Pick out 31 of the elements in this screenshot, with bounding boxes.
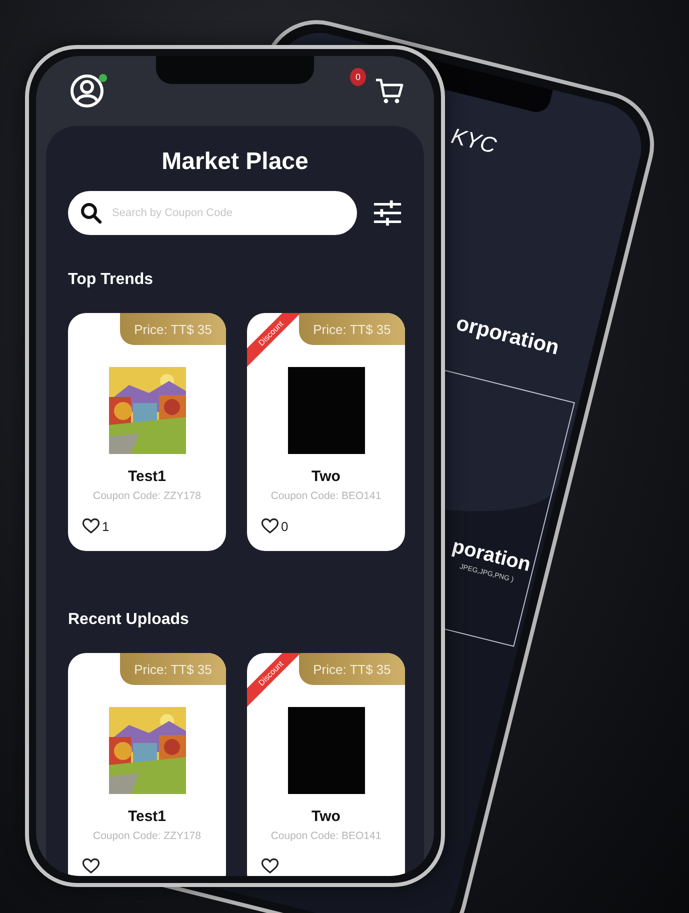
search-icon: [80, 202, 102, 224]
filter-icon[interactable]: [373, 199, 402, 227]
product-name: Two: [312, 808, 340, 825]
product-card[interactable]: Price: TT$ 35 Test1 Coupon Code: ZZY178 1: [68, 313, 226, 551]
section-heading: Recent Uploads: [68, 611, 190, 629]
coupon-code: Coupon Code: BEO141: [270, 830, 382, 842]
search-field[interactable]: Search by Coupon Code: [68, 191, 357, 235]
price-tag: Price: TT$ 35: [120, 313, 226, 345]
coupon-code: Coupon Code: BEO141: [270, 490, 382, 502]
heart-icon[interactable]: [261, 858, 279, 874]
section-heading: Top Trends: [68, 271, 154, 289]
cart-badge: 0: [350, 68, 366, 86]
product-name: Test1: [128, 468, 166, 485]
avatar-icon[interactable]: [70, 74, 104, 108]
product-name: Test1: [128, 808, 166, 825]
upload-label: orporation: [454, 312, 562, 360]
heart-icon[interactable]: [82, 518, 100, 534]
like-count: 1: [102, 518, 110, 534]
product-name: Two: [312, 468, 340, 485]
like-count: 0: [281, 518, 288, 534]
heart-icon[interactable]: [261, 518, 279, 534]
page-title: Market Place: [160, 148, 310, 176]
price-tag: Price: TT$ 35: [120, 653, 226, 685]
cart-icon[interactable]: [374, 76, 404, 106]
coupon-code: Coupon Code: ZZY178: [93, 490, 201, 502]
heart-icon[interactable]: [82, 858, 100, 874]
screen-title: KYC: [448, 123, 499, 160]
product-card[interactable]: Price: TT$ 35 Test1 Coupon Code: ZZY178: [68, 653, 226, 876]
coupon-code: Coupon Code: ZZY178: [93, 830, 201, 842]
price-tag: Price: TT$ 35: [299, 313, 405, 345]
price-tag: Price: TT$ 35: [299, 653, 405, 685]
